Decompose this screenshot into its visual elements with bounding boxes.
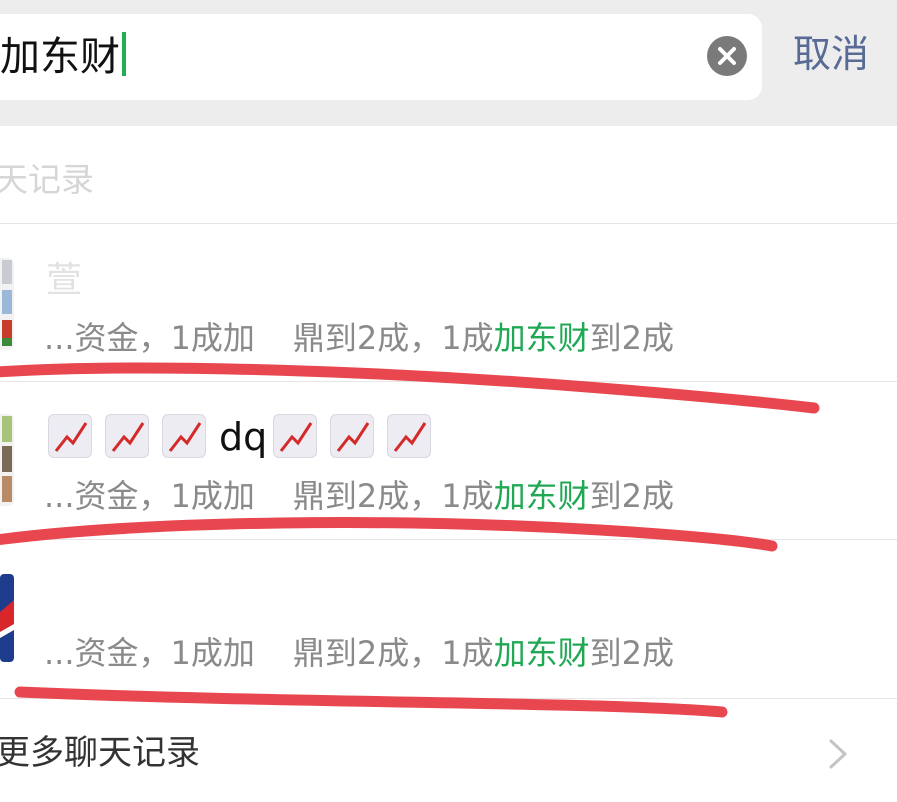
annotation-underlines	[0, 362, 820, 718]
